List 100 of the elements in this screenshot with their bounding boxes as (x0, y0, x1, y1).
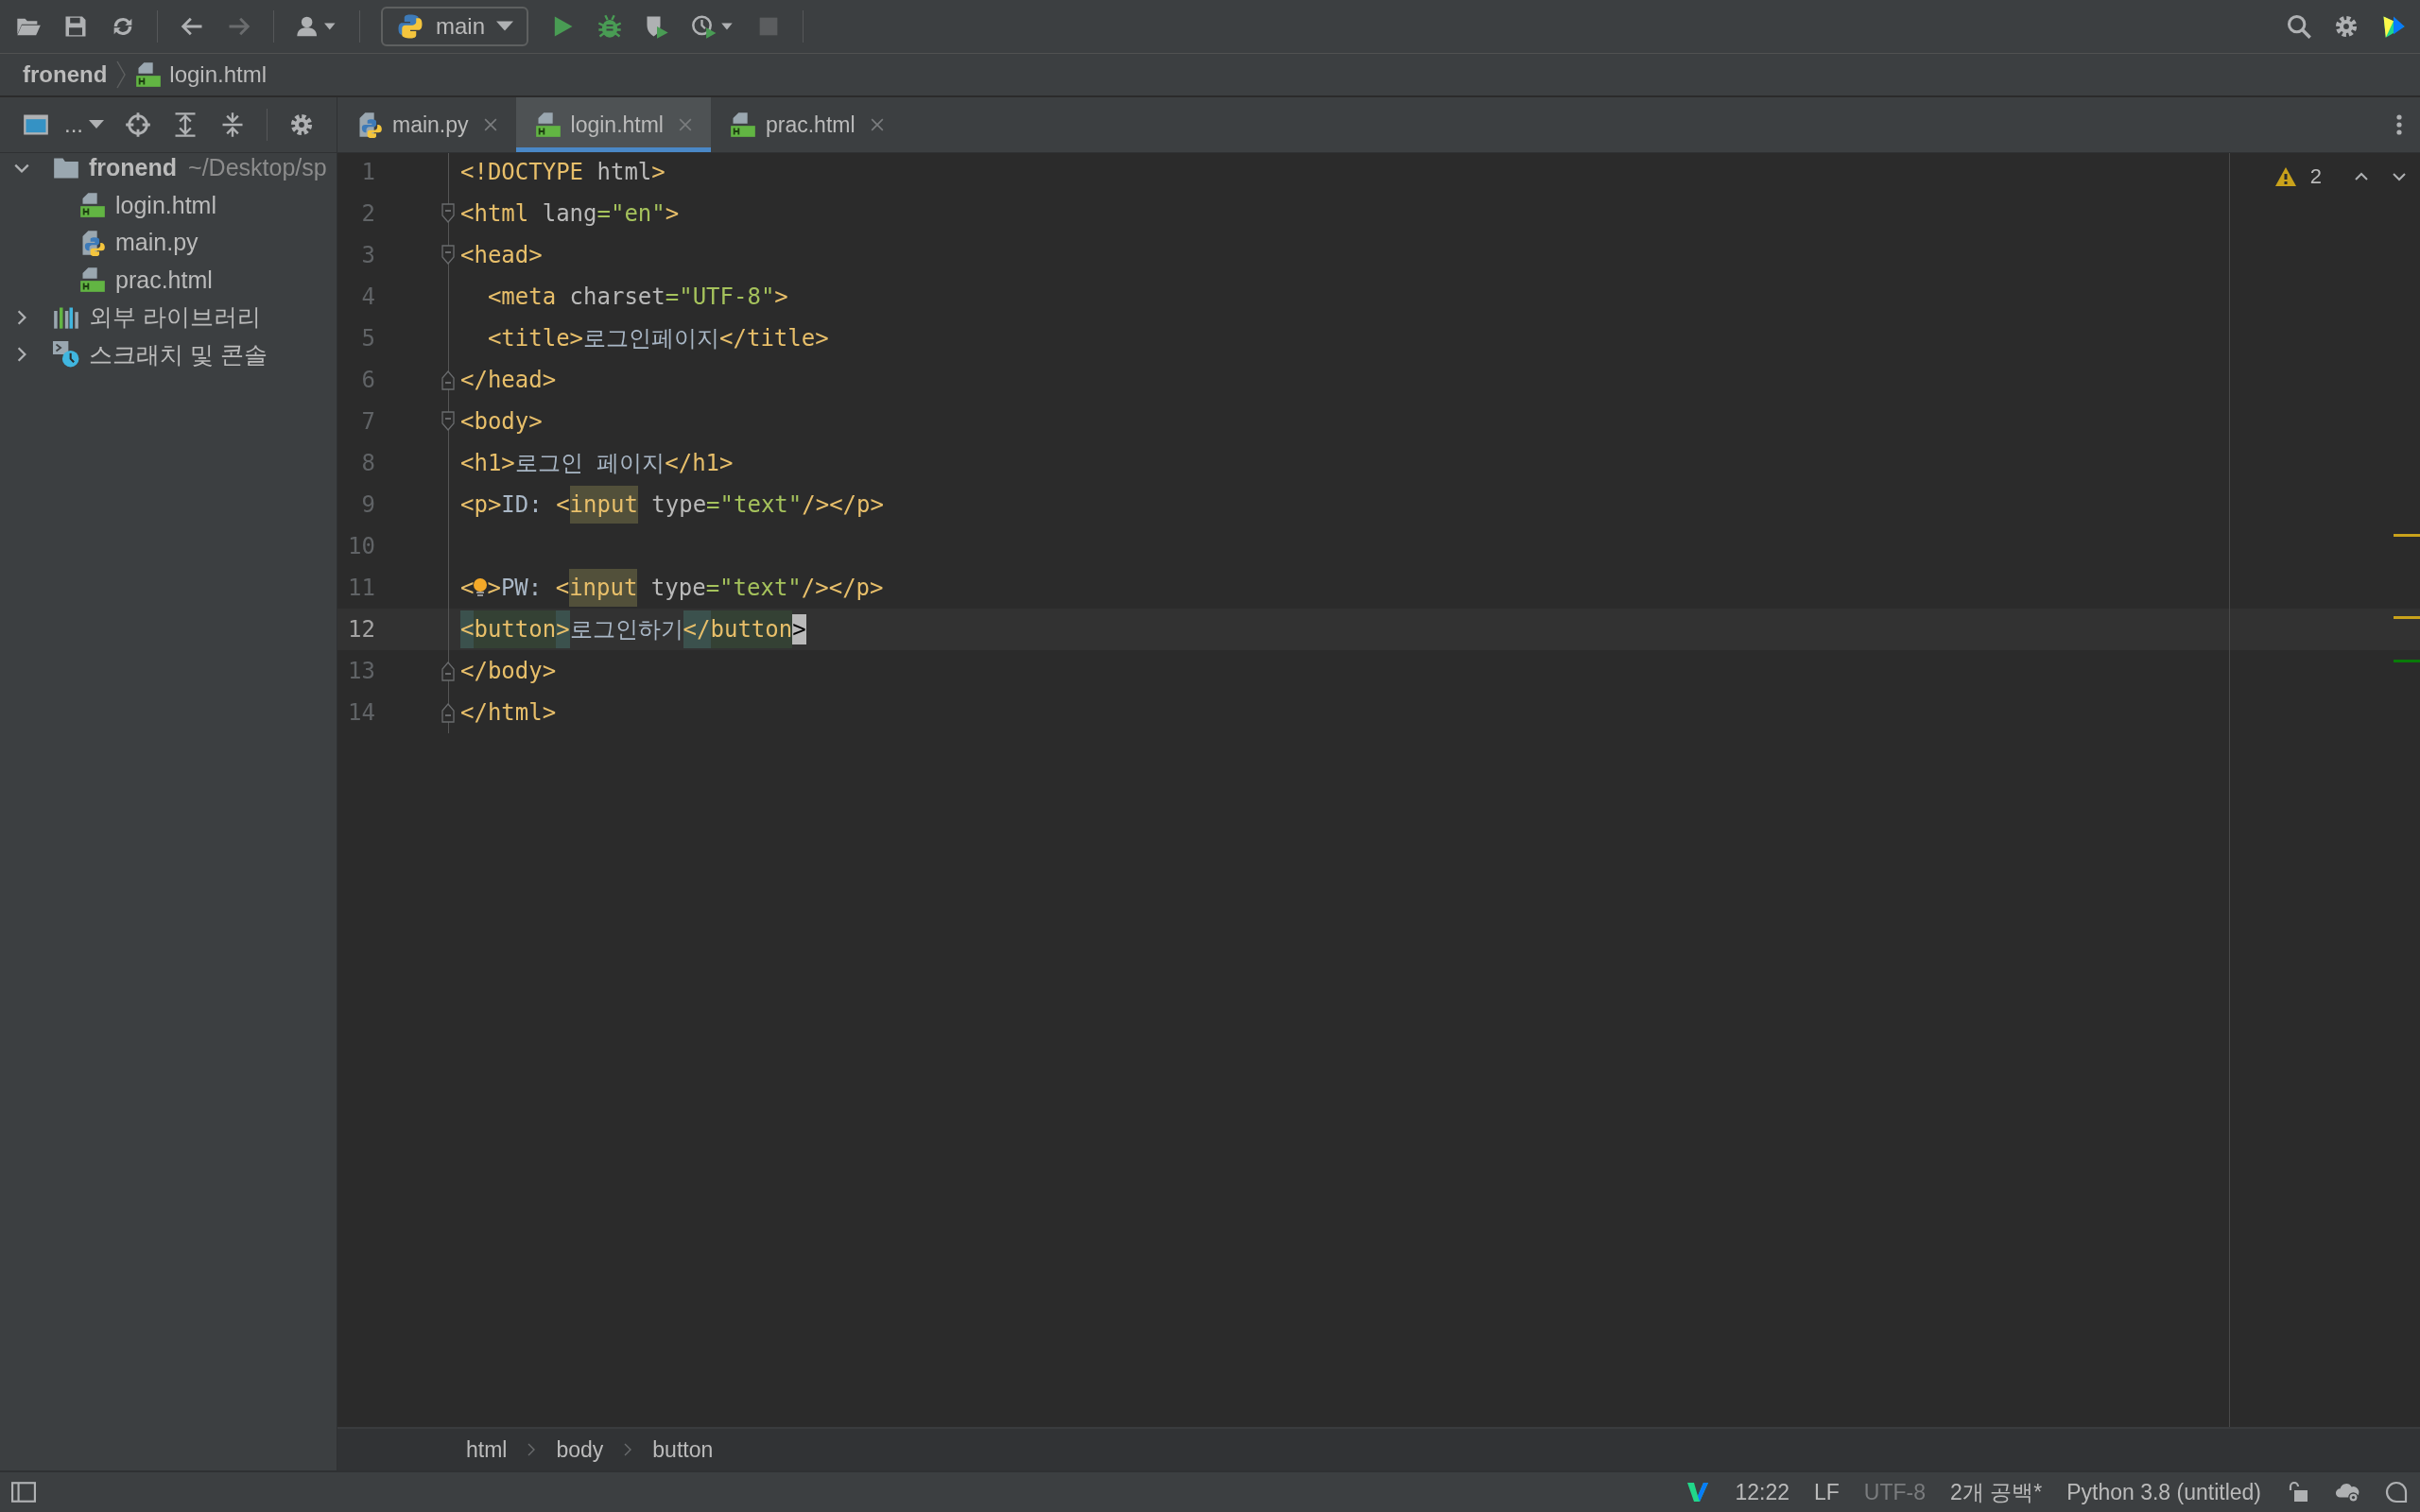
status-bar-item[interactable]: 2개 공백* (1950, 1477, 2043, 1507)
down-chevron-icon[interactable] (2392, 172, 2407, 181)
code-token: 로그인페이지 (583, 324, 720, 353)
code-token: </body> (460, 658, 557, 684)
line-number: 8 (360, 450, 375, 476)
code-token: /></p> (802, 491, 884, 518)
navigation-item[interactable]: fronend (23, 61, 108, 88)
line-number: 14 (347, 699, 375, 726)
html-file-icon (79, 192, 106, 219)
editor-tab[interactable]: main.py (337, 97, 516, 152)
code-token: ="text" (705, 575, 802, 601)
code-token: ="en" (596, 200, 666, 227)
code-token: </html> (460, 699, 557, 726)
editor-tab[interactable]: prac.html (711, 97, 903, 152)
code-token: > (651, 159, 666, 185)
html-file-icon (730, 112, 756, 138)
code-token: PW: (500, 575, 544, 601)
status-bar-item[interactable]: Python 3.8 (untitled) (2066, 1479, 2261, 1505)
tree-item[interactable]: fronend ~/Desktop/sp (0, 149, 337, 187)
code-token: <title> (486, 325, 584, 352)
bug-icon[interactable] (596, 13, 624, 40)
inspection-widget[interactable]: 2 (2273, 164, 2407, 189)
lightbulb-icon[interactable] (473, 577, 489, 598)
code-token: button (474, 610, 557, 648)
cloud-gear-icon[interactable] (2335, 1481, 2360, 1503)
code-token: charset (569, 284, 666, 310)
code-token: 로그인 페이지 (514, 449, 666, 478)
line-number: 10 (347, 533, 375, 559)
run-configuration-dropdown[interactable]: main (381, 7, 529, 46)
up-chevron-icon[interactable] (2354, 172, 2369, 181)
code-token: 로그인하기 (569, 615, 683, 644)
line-number: 11 (347, 575, 375, 601)
code-token: > (792, 614, 806, 644)
view-selector[interactable]: ... (23, 112, 104, 138)
chevron-separator-icon (624, 1443, 632, 1456)
breadcrumb-item[interactable]: html (466, 1436, 508, 1463)
fold-end-marker-icon[interactable] (441, 661, 455, 681)
code-token: > (556, 610, 570, 648)
fold-end-marker-icon[interactable] (441, 369, 455, 390)
code-token: < (556, 491, 570, 518)
fold-marker-icon[interactable] (441, 245, 455, 266)
plugin-v-icon[interactable] (1685, 1481, 1711, 1503)
code-token: <html (460, 200, 530, 227)
code-token: <body> (460, 408, 543, 435)
code-token: lang (542, 200, 597, 227)
html-file-icon (135, 61, 163, 88)
code-token: </h1> (665, 450, 734, 476)
navigation-item[interactable]: login.html (135, 61, 268, 88)
breadcrumb-item[interactable]: button (652, 1436, 714, 1463)
python-logo-icon (396, 12, 424, 41)
fold-marker-icon[interactable] (441, 411, 455, 432)
code-token: </title> (719, 325, 829, 352)
code-token: input (569, 569, 638, 607)
code-token: <head> (460, 242, 543, 268)
tree-item[interactable]: 외부 라이브러리 (0, 299, 337, 336)
code-token: ="text" (706, 491, 803, 518)
scratch-clock-icon (53, 341, 79, 369)
close-icon[interactable] (870, 118, 884, 131)
tree-item[interactable]: prac.html (0, 261, 337, 299)
more-options-icon[interactable] (2395, 113, 2403, 136)
code-token: <!DOCTYPE (460, 159, 585, 185)
status-bar-item[interactable]: LF (1814, 1479, 1840, 1505)
locate-icon[interactable] (125, 112, 151, 138)
search-icon[interactable] (2286, 13, 2312, 40)
caret-icon (89, 120, 104, 129)
code-token: > (487, 575, 501, 601)
settings-icon[interactable] (288, 112, 315, 138)
code-token: /></p> (801, 575, 884, 601)
line-number: 12 (347, 616, 375, 643)
code-token: button (710, 610, 793, 648)
editor-tab[interactable]: login.html (515, 97, 711, 152)
fold-marker-icon[interactable] (441, 203, 455, 224)
tree-item[interactable]: main.py (0, 224, 337, 262)
line-number: 13 (347, 658, 375, 684)
chevron-separator-icon (527, 1443, 536, 1456)
line-number: 9 (360, 491, 375, 518)
code-token: type (649, 575, 706, 601)
tree-item[interactable]: login.html (0, 186, 337, 224)
code-token: </ (683, 610, 711, 648)
code-token: </head> (460, 367, 557, 393)
status-bar-item[interactable]: 12:22 (1735, 1479, 1789, 1505)
tree-item[interactable]: 스크래치 및 콘솔 (0, 335, 337, 373)
code-token: <meta (486, 284, 558, 310)
fold-end-marker-icon[interactable] (441, 702, 455, 723)
speech-bubble-icon[interactable] (2384, 1481, 2409, 1503)
line-number: 5 (360, 325, 375, 352)
close-icon[interactable] (483, 118, 497, 131)
code-token: < (460, 610, 475, 648)
code-token: input (569, 486, 638, 524)
line-number: 4 (360, 284, 375, 310)
caret-icon (496, 21, 514, 32)
panel-toggle-icon[interactable] (11, 1481, 36, 1503)
settings-icon[interactable] (2333, 13, 2360, 40)
code-token: > (665, 200, 680, 227)
warning-icon (2273, 166, 2297, 187)
breadcrumb-item[interactable]: body (556, 1436, 604, 1463)
html-file-icon (534, 112, 562, 138)
line-number: 6 (360, 367, 375, 393)
code-token: < (555, 575, 570, 601)
code-token: type (650, 491, 707, 518)
